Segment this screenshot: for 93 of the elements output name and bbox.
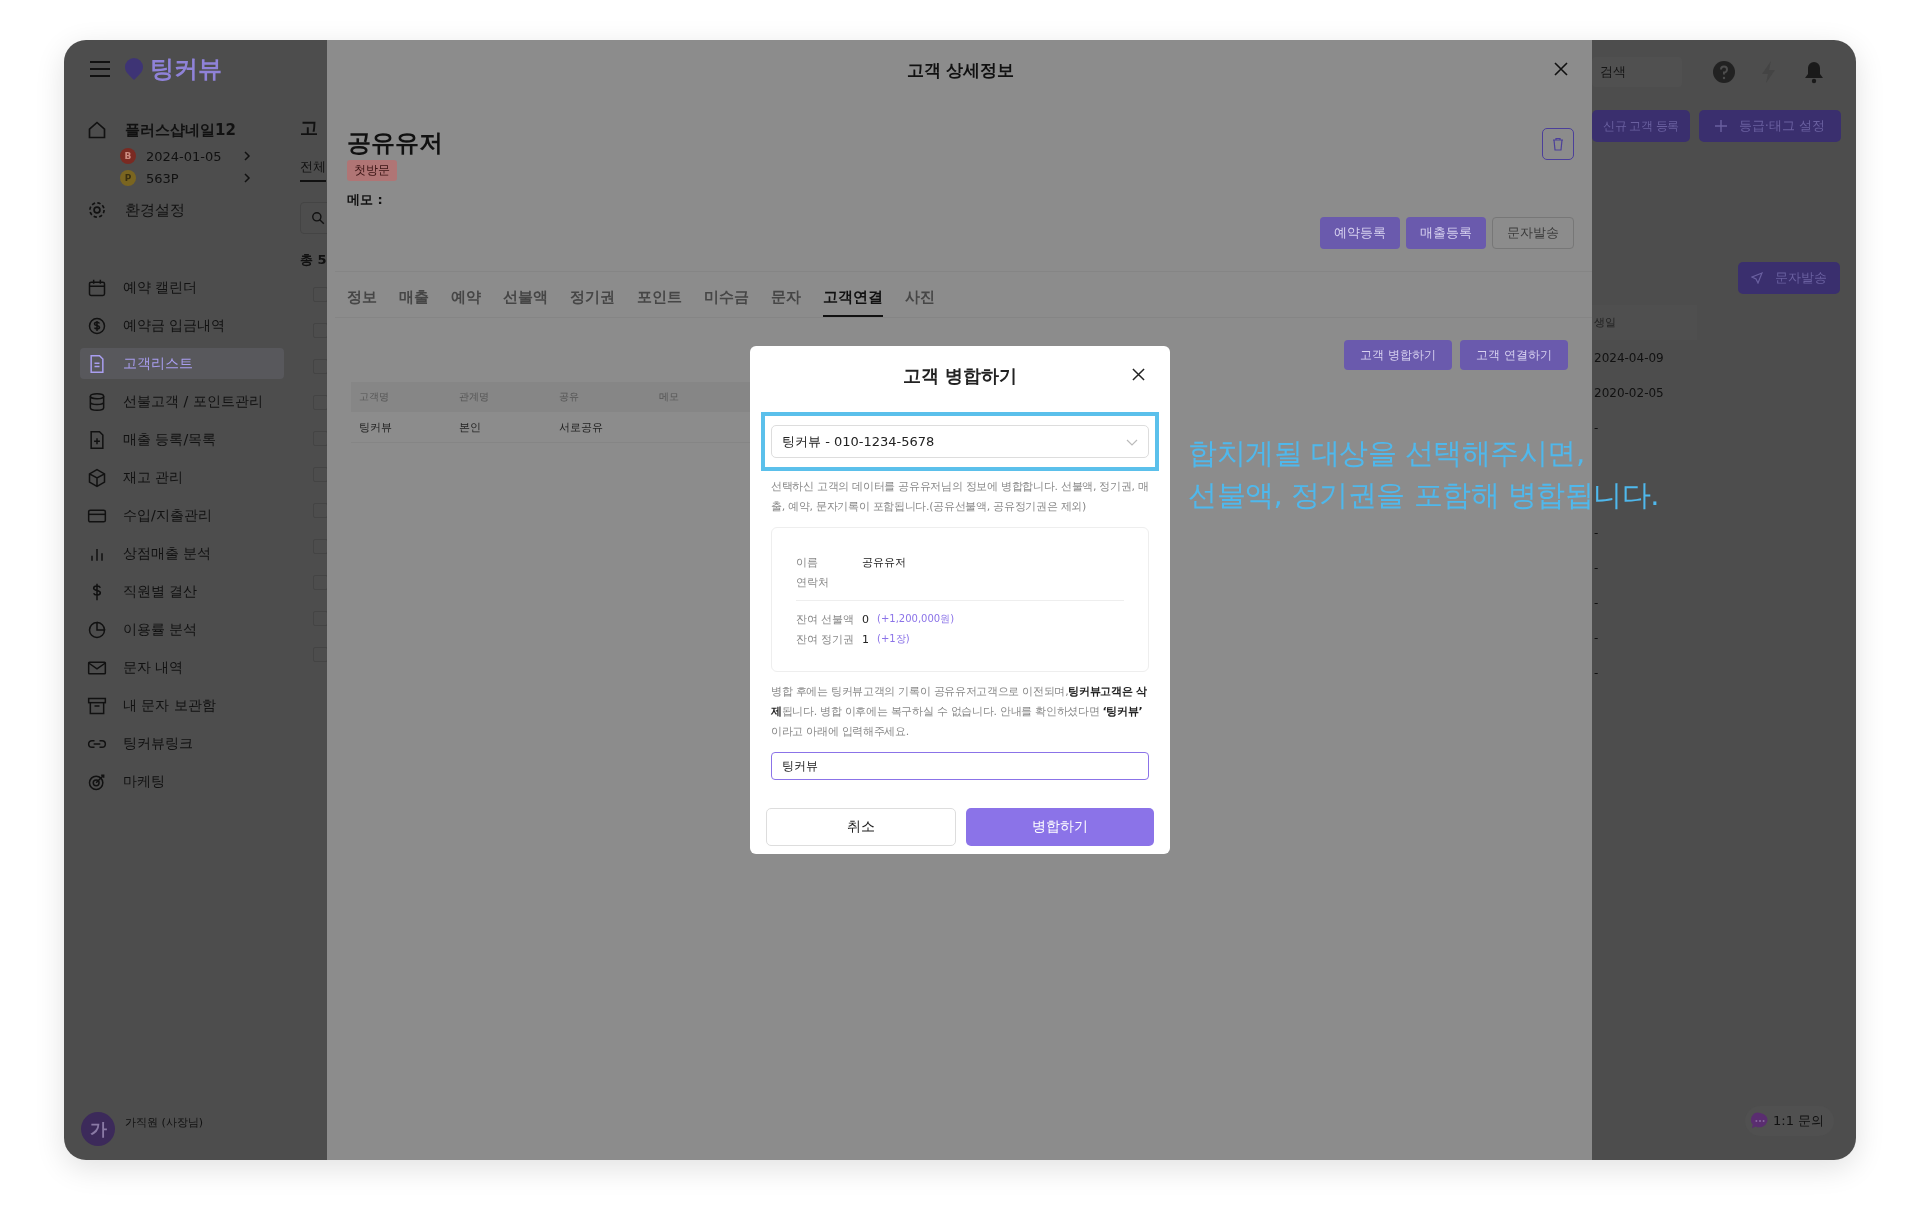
tab[interactable]: 사진 <box>905 288 935 317</box>
badge-icon: B <box>120 148 136 164</box>
sidebar-item[interactable]: 선불고객 / 포인트관리 <box>80 386 284 417</box>
close-icon[interactable] <box>1132 368 1145 381</box>
paper-plane-icon <box>1751 272 1763 284</box>
table-cell-text: 본인 <box>458 419 482 435</box>
store-name[interactable]: 플러스샵네일12 <box>125 120 236 140</box>
panel-title: 고객 상세정보 <box>906 58 1015 82</box>
tab[interactable]: 정보 <box>347 288 377 317</box>
badge-icon: P <box>120 170 136 186</box>
dialog-title: 고객 병합하기 <box>902 364 1018 388</box>
field-value: 0 <box>862 612 869 626</box>
field-label: 잔여 정기권 <box>796 631 856 647</box>
tab[interactable]: 고객연결 <box>823 288 883 317</box>
action-button[interactable]: 고객 병합하기 <box>1344 340 1452 370</box>
user-name: 가직원 (사장님) <box>125 1114 204 1130</box>
table-cell-text: - <box>1593 629 1599 647</box>
table-cell-text: - <box>1593 664 1599 682</box>
calendar-icon <box>87 277 107 298</box>
visit-tag: 첫방문 <box>347 160 397 181</box>
field-label: 이름 <box>796 554 819 570</box>
cube-icon <box>87 467 107 488</box>
sidebar-item[interactable]: 매출 등록/목록 <box>80 424 284 455</box>
tab[interactable]: 선불액 <box>503 288 548 317</box>
help-icon[interactable] <box>1712 60 1736 84</box>
customer-name: 공유유저 <box>347 128 443 158</box>
table-cell-text: 2024-04-09 <box>1593 349 1664 367</box>
table-cell-text: 서로공유 <box>558 419 604 435</box>
sidebar-item[interactable]: 직원별 결산 <box>80 576 284 607</box>
settings-icon <box>87 200 107 220</box>
brand-name[interactable]: 팅커뷰 <box>150 53 222 85</box>
action-button[interactable]: 예약등록 <box>1320 217 1400 249</box>
store-info: 2024-01-05 <box>146 148 223 164</box>
user-avatar[interactable]: 가 <box>81 1112 115 1146</box>
pin-logo-icon <box>124 57 144 81</box>
sidebar-item[interactable]: 재고 관리 <box>80 462 284 493</box>
tab[interactable]: 미수금 <box>704 288 749 317</box>
action-button[interactable]: 고객 연결하기 <box>1460 340 1568 370</box>
tab[interactable]: 포인트 <box>637 288 682 317</box>
search-icon <box>311 211 325 225</box>
dollar-circle-icon <box>87 315 107 336</box>
delete-button[interactable] <box>1542 128 1574 160</box>
sidebar-item[interactable]: 예약 캘린더 <box>80 272 284 303</box>
bell-icon[interactable] <box>1802 60 1826 84</box>
table-cell-text: - <box>1593 419 1599 437</box>
memo-label: 메모 : <box>347 191 383 209</box>
store-info: 563P <box>146 170 180 186</box>
sidebar-item[interactable]: 예약금 입금내역 <box>80 310 284 341</box>
tab[interactable]: 예약 <box>451 288 481 317</box>
table-cell-text: - <box>1593 594 1599 612</box>
confirm-input[interactable]: 팅커뷰 <box>771 752 1149 780</box>
sidebar-item[interactable]: 문자 내역 <box>80 652 284 683</box>
sidebar-item[interactable]: 수입/지출관리 <box>80 500 284 531</box>
database-icon <box>87 391 107 412</box>
added-amount: (+1장) <box>877 632 910 646</box>
file-plus-icon <box>87 429 107 450</box>
field-label: 잔여 선불액 <box>796 611 856 627</box>
merge-description: 선택하신 고객의 데이터를 공유유저님의 정보에 병합합니다. 선불액, 정기권, 매출, 예약, 문자기록이 포함됩니다.(공유선불액, 공유정기권은 제외) <box>771 479 1149 515</box>
action-button[interactable]: 매출등록 <box>1406 217 1486 249</box>
plus-icon <box>1714 120 1727 132</box>
settings-link[interactable]: 환경설정 <box>125 200 185 220</box>
page-title: 고 <box>300 116 318 140</box>
cancel-button[interactable]: 취소 <box>766 808 956 846</box>
sidebar-item[interactable]: 고객리스트 <box>80 348 284 379</box>
archive-icon <box>87 695 107 716</box>
pie-chart-icon <box>87 619 107 640</box>
chat-bubble-icon <box>1751 1112 1769 1130</box>
close-icon[interactable] <box>1554 62 1568 76</box>
tab[interactable]: 매출 <box>399 288 429 317</box>
sidebar-item[interactable]: 이용률 분석 <box>80 614 284 645</box>
field-value: 1 <box>862 632 869 646</box>
total-count: 총 5 <box>300 251 327 269</box>
trash-icon <box>1551 137 1565 151</box>
added-amount: (+1,200,000원) <box>877 612 955 626</box>
sidebar-item[interactable]: 팅커뷰링크 <box>80 728 284 759</box>
table-cell-text: - <box>1593 559 1599 577</box>
sidebar-item[interactable]: 내 문자 보관함 <box>80 690 284 721</box>
merge-button[interactable]: 병합하기 <box>966 808 1154 846</box>
home-icon <box>87 120 107 140</box>
sidebar-item[interactable]: 상점매출 분석 <box>80 538 284 569</box>
tab[interactable]: 정기권 <box>570 288 615 317</box>
table-cell-text: - <box>1593 524 1599 542</box>
customer-select[interactable]: 팅커뷰 - 010-1234-5678 <box>771 425 1149 458</box>
tab[interactable]: 문자 <box>771 288 801 317</box>
field-label: 연락처 <box>796 574 830 590</box>
chevron-right-icon[interactable] <box>242 173 252 183</box>
sidebar-item[interactable]: 마케팅 <box>80 766 284 797</box>
document-icon <box>87 353 107 374</box>
chevron-right-icon[interactable] <box>242 151 252 161</box>
table-cell-text: 팅커뷰 <box>358 419 393 435</box>
merge-warning: 병합 후에는 팅커뷰고객의 기록이 공유유저고객으로 이전되며,팅커뷰고객은 삭제됩니다. 병합 이후에는 복구하실 수 없습니다. 안내를 확인하셨다면 ‘팅커뷰’ 이라고 아래에 입력해주세요. <box>771 684 1148 740</box>
table-cell-text: 2020-02-05 <box>1593 384 1664 402</box>
field-value: 공유유저 <box>862 554 906 570</box>
